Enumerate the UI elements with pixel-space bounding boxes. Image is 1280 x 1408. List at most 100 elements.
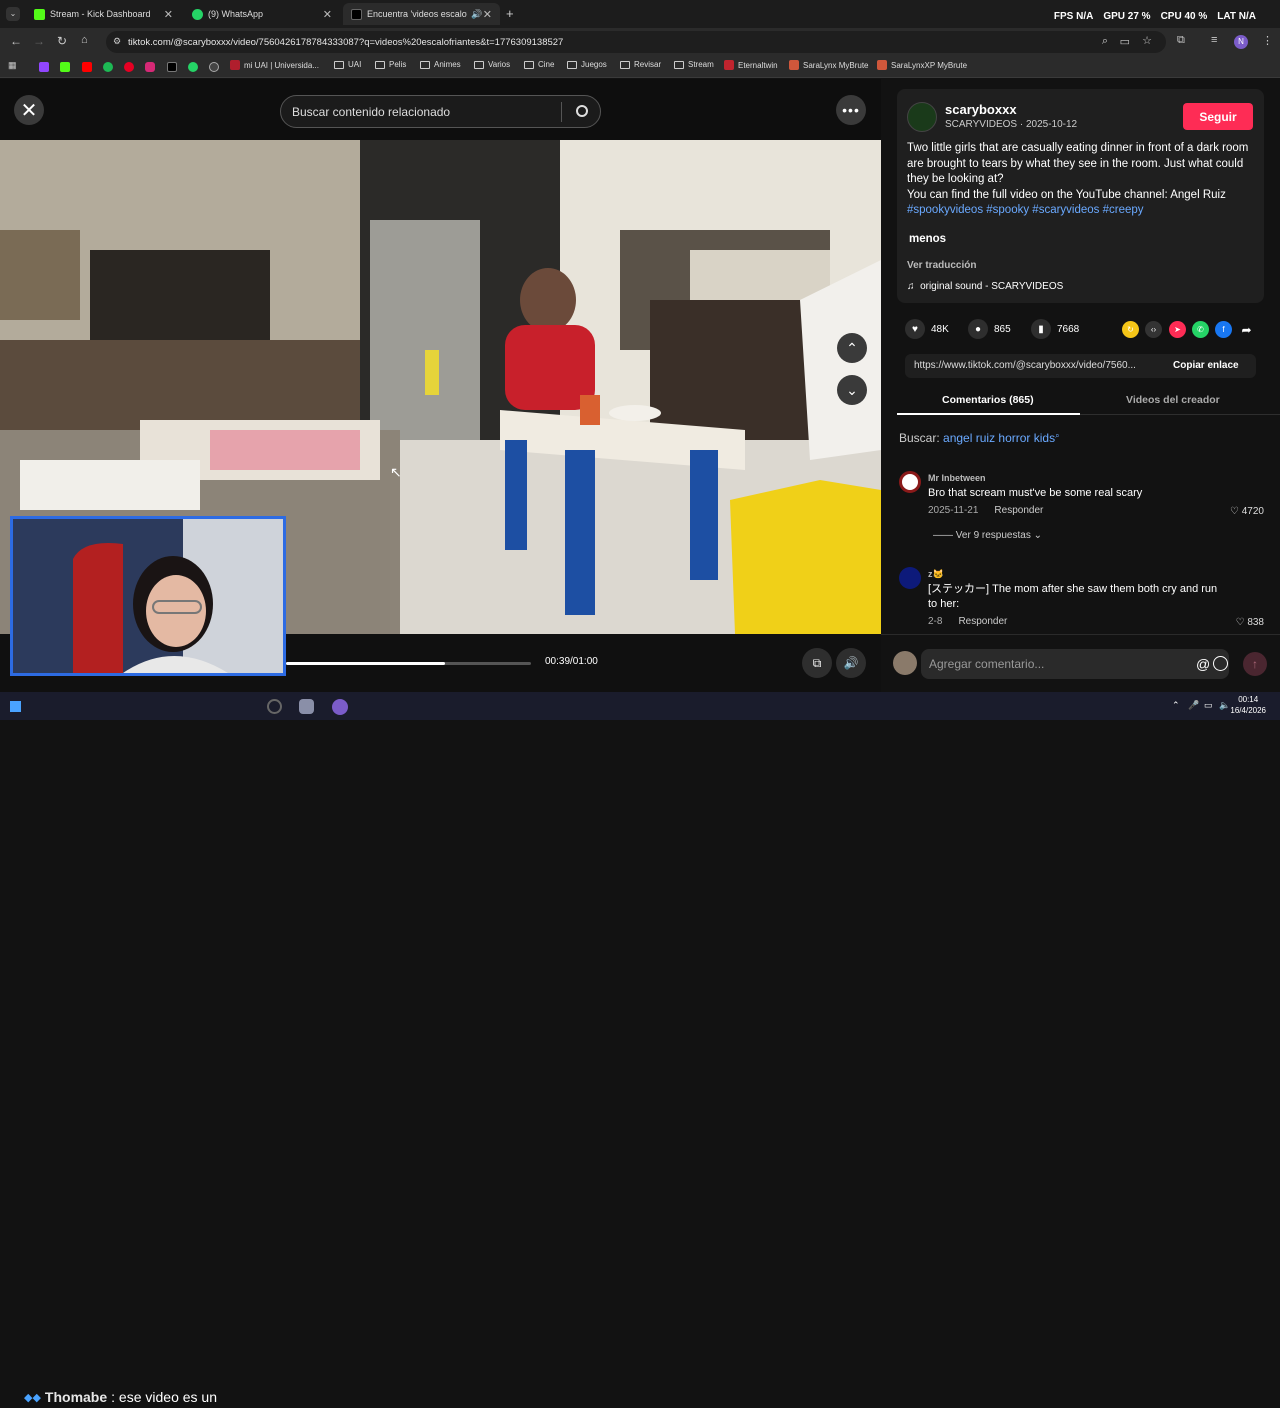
bookmark-folder-animes[interactable]: Animes (420, 60, 461, 69)
tray-chevron-icon[interactable]: ⌃ (1172, 700, 1180, 711)
back-icon[interactable]: ← (10, 34, 22, 48)
bookmark-eternaltwin[interactable]: Eternaltwin (724, 60, 778, 70)
reply-button[interactable]: Responder (958, 616, 1007, 627)
view-replies-button[interactable]: —— Ver 9 respuestas ⌄ (933, 530, 1042, 541)
creator-username[interactable]: scaryboxxx (945, 102, 1017, 117)
youtube-icon[interactable] (82, 62, 92, 72)
instagram-icon[interactable] (145, 62, 155, 72)
bookmark-folder-pelis[interactable]: Pelis (375, 60, 406, 69)
share-arrow-icon[interactable]: ➦ (1238, 321, 1255, 338)
search-icon[interactable] (576, 105, 588, 117)
profile-avatar[interactable]: N (1234, 35, 1248, 49)
reading-list-icon[interactable]: ≡ (1211, 34, 1217, 46)
spotify-icon[interactable] (103, 62, 113, 72)
emoji-icon[interactable] (1213, 656, 1228, 671)
tab-comments[interactable]: Comentarios (865) (942, 394, 1034, 406)
bookmark-folder-cine[interactable]: Cine (524, 60, 554, 69)
hashtags[interactable]: #spookyvideos #spooky #scaryvideos #cree… (907, 204, 1144, 216)
like-stat[interactable]: ♥ 48K (905, 319, 949, 339)
site-info-icon[interactable]: ⚙ (113, 36, 121, 47)
menu-icon[interactable]: ⋮ (1262, 34, 1273, 47)
bookmark-folder-varios[interactable]: Varios (474, 60, 510, 69)
pinterest-icon[interactable] (124, 62, 134, 72)
commenter-avatar[interactable] (899, 567, 921, 589)
comment-like[interactable]: ♡ 4720 (1230, 506, 1264, 517)
description-text-2: You can find the full video on the YouTu… (907, 188, 1226, 201)
app-icon[interactable] (267, 699, 282, 714)
microphone-icon[interactable]: 🎤 (1188, 700, 1199, 711)
bookmark-uai-portal[interactable]: mi UAI | Universida... (230, 60, 319, 70)
show-less-button[interactable]: menos (909, 233, 946, 245)
close-button[interactable]: ✕ (14, 95, 44, 125)
close-tab-icon[interactable]: ✕ (323, 8, 332, 21)
reload-icon[interactable]: ↻ (57, 34, 67, 48)
bookmark-mybrute[interactable]: SaraLynx MyBrute (789, 60, 869, 70)
post-comment-button[interactable]: ↑ (1243, 652, 1267, 676)
bookmark-folder-revisar[interactable]: Revisar (620, 60, 661, 69)
new-tab-button[interactable]: + (506, 6, 514, 21)
network-icon[interactable]: ▭ (1204, 700, 1213, 711)
zoom-icon[interactable]: ⌕ (1102, 35, 1108, 48)
tab-kick-dashboard[interactable]: Stream - Kick Dashboard ✕ (26, 3, 181, 25)
close-tab-icon[interactable]: ✕ (164, 8, 173, 21)
github-icon[interactable] (209, 62, 219, 72)
facebook-share-icon[interactable]: f (1215, 321, 1232, 338)
reply-button[interactable]: Responder (994, 505, 1043, 516)
cast-icon[interactable]: ▭ (1120, 35, 1130, 48)
see-translation-button[interactable]: Ver traducción (907, 260, 976, 271)
commenter-name[interactable]: z🐱 (928, 569, 944, 580)
clock-date: 16/4/2026 (1230, 706, 1266, 715)
bookmark-mybrute-xp[interactable]: SaraLynxXP MyBrute (877, 60, 967, 70)
volume-button[interactable]: 🔊 (836, 648, 866, 678)
pip-button[interactable]: ⧉ (802, 648, 832, 678)
app-icon[interactable] (332, 699, 348, 715)
apps-icon[interactable]: ▦ (8, 60, 17, 71)
volume-tray-icon[interactable]: 🔈 (1219, 700, 1230, 711)
mention-icon[interactable]: @ (1196, 656, 1210, 672)
whatsapp-icon[interactable] (188, 62, 198, 72)
url-field[interactable]: ⚙ tiktok.com/@scaryboxxx/video/756042617… (106, 31, 1166, 53)
comment-like[interactable]: ♡ 838 (1236, 617, 1264, 628)
creator-avatar[interactable] (907, 102, 937, 132)
related-search-box[interactable]: Buscar contenido relacionado (280, 95, 601, 128)
tab-tiktok[interactable]: Encuentra 'videos escalofri 🔊 ✕ (343, 3, 500, 25)
sound-link[interactable]: ♫ original sound - SCARYVIDEOS (907, 281, 1063, 292)
tab-creator-videos[interactable]: Videos del creador (1126, 394, 1220, 406)
progress-bar[interactable] (286, 662, 531, 665)
bookmark-folder-juegos[interactable]: Juegos (567, 60, 607, 69)
whatsapp-share-icon[interactable]: ✆ (1192, 321, 1209, 338)
tab-list-button[interactable]: ⌄ (6, 7, 20, 21)
bookmark-folder-stream[interactable]: Stream (674, 60, 714, 69)
more-options-button[interactable]: ••• (836, 95, 866, 125)
home-icon[interactable]: ⌂ (81, 34, 88, 46)
twitch-icon[interactable] (39, 62, 49, 72)
extensions-icon[interactable]: ⧉ (1177, 34, 1185, 47)
tab-whatsapp[interactable]: (9) WhatsApp ✕ (184, 3, 340, 25)
bookmark-star-icon[interactable]: ☆ (1142, 34, 1152, 47)
forward-icon[interactable]: → (33, 34, 45, 48)
comment-input[interactable]: Agregar comentario... (921, 649, 1229, 679)
follow-button[interactable]: Seguir (1183, 103, 1253, 130)
related-search-suggestion[interactable]: Buscar: angel ruiz horror kids⌕ (899, 431, 1060, 445)
embed-icon[interactable]: ‹› (1145, 321, 1162, 338)
close-tab-icon[interactable]: ✕ (483, 8, 492, 21)
commenter-name[interactable]: Mr Inbetween (928, 473, 986, 483)
save-stat[interactable]: ▮ 7668 (1031, 319, 1079, 339)
app-icon[interactable] (299, 699, 314, 714)
next-video-button[interactable]: ⌄ (837, 375, 867, 405)
search-input[interactable]: Buscar contenido relacionado (292, 105, 450, 119)
repost-icon[interactable]: ↻ (1122, 321, 1139, 338)
speaker-icon[interactable]: 🔊 (471, 9, 482, 20)
bookmark-folder-uai[interactable]: UAI (334, 60, 361, 69)
send-icon[interactable]: ➤ (1169, 321, 1186, 338)
comment-stat[interactable]: ● 865 (968, 319, 1011, 339)
start-icon[interactable] (10, 701, 21, 712)
copy-link-button[interactable]: Copiar enlace (1173, 360, 1239, 371)
search-related-query[interactable]: angel ruiz horror kids (943, 431, 1055, 445)
previous-video-button[interactable]: ⌃ (837, 333, 867, 363)
kick-icon[interactable] (60, 62, 70, 72)
tiktok-icon[interactable] (167, 62, 177, 72)
picture-in-picture-icon: ⧉ (812, 655, 822, 670)
system-clock[interactable]: 00:14 16/4/2026 (1230, 694, 1266, 716)
commenter-avatar[interactable] (899, 471, 921, 493)
